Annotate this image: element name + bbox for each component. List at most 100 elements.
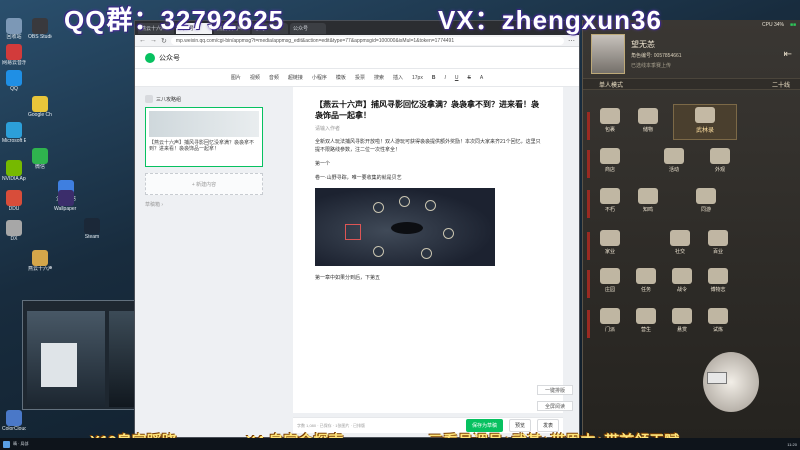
font-size-select[interactable]: 17px (410, 74, 425, 82)
mode-line[interactable]: 二十线 (772, 80, 790, 89)
app-name: 公众号 (159, 54, 180, 62)
desktop-icon[interactable]: Microsoft Edge (2, 122, 26, 144)
strike-button[interactable]: S (465, 74, 472, 82)
tile-livelihood[interactable]: 营生 (629, 306, 663, 340)
desktop-icon[interactable]: 网易云音乐 (2, 44, 26, 66)
tool-image[interactable]: 图片 (229, 73, 243, 82)
nvidia-icon (6, 160, 22, 176)
tile-zhiming[interactable]: 知鸣 (631, 186, 665, 220)
url-field[interactable]: mp.weixin.qq.com/cgi-bin/appmsg?t=media/… (170, 36, 564, 45)
browser-tab[interactable]: 公众号 (290, 22, 326, 34)
article-paragraph[interactable]: 第一个 (315, 160, 541, 168)
desktop-icon[interactable]: Steam (80, 218, 104, 240)
desktop-icon[interactable]: OBS Studio (28, 18, 52, 40)
livelihood-icon (636, 308, 656, 324)
tile-coop[interactable]: 同游 (689, 186, 723, 220)
article-title[interactable]: 【燕云十六声】捕风寻影回忆没拿满？袅袅拿不到？进来看！袅袅饰品一起拿！ (315, 99, 541, 121)
tile-storage[interactable]: 储物 (631, 106, 665, 140)
author-field[interactable]: 请输入作者 (315, 125, 541, 132)
tile-household[interactable]: 家业 (593, 228, 627, 262)
chrome-icon (32, 96, 48, 112)
desktop-icon[interactable]: 燕云十六声 (28, 250, 52, 272)
tool-insert[interactable]: 插入 (391, 73, 405, 82)
desktop-icon[interactable]: Wallpaper Engine (54, 190, 78, 212)
trial-icon (708, 308, 728, 324)
tile-battlepass[interactable]: 战令 (665, 266, 699, 300)
desktop-icon[interactable]: DX (2, 220, 26, 242)
draft-head: 三八攻略组 (145, 95, 263, 103)
article-paragraph[interactable]: 全新双人玩法捕风寻影开放啦！双人游玩可获得袅袅提供额外奖励！本次同大家来齐21个… (315, 138, 541, 154)
wulin-icon (695, 107, 715, 123)
underline-button[interactable]: U (453, 74, 461, 82)
tile-manor[interactable]: 庄园 (593, 266, 627, 300)
desktop-icon[interactable]: ColorCloud (2, 410, 26, 432)
fullscreen-read-button[interactable]: 全屏阅读 (537, 401, 573, 411)
menu-icon[interactable]: ⋯ (568, 37, 575, 45)
new-content-button[interactable]: + 新建内容 (145, 173, 263, 195)
tile-bag[interactable]: 包裹 (593, 106, 627, 140)
tile-sect[interactable]: 门派 (593, 306, 627, 340)
wechat-logo-icon (145, 52, 155, 63)
skill-ring-icon (421, 248, 432, 259)
mode-single[interactable]: 单人模式 (599, 80, 623, 89)
drafts-link[interactable]: 草稿箱 › (145, 201, 263, 208)
article-paragraph[interactable]: 第一章中如果分到后，下第五 (315, 274, 541, 282)
activity-icon (664, 148, 684, 164)
tool-audio[interactable]: 音频 (267, 73, 281, 82)
quest-icon (636, 268, 656, 284)
skill-ring-icon (373, 202, 384, 213)
auto-layout-button[interactable]: 一键排版 (537, 385, 573, 395)
desktop-icon[interactable]: NVIDIA App (2, 160, 26, 182)
wechat-id-banner: VX：zhengxun36 (438, 5, 662, 35)
player-name: 望无恙 (631, 40, 655, 49)
article-paragraph[interactable]: 卷一·山野寻踪，唯一要收集的就是贝艺 (315, 174, 541, 182)
preview-window-left[interactable] (27, 311, 105, 407)
back-icon[interactable]: ← (139, 37, 146, 44)
accent-bar (587, 232, 590, 260)
forward-icon[interactable]: → (150, 37, 157, 44)
tile-museum[interactable]: 博物志 (701, 266, 735, 300)
desktop-icon[interactable]: DDU (2, 190, 26, 212)
account-name: 三八攻略组 (156, 96, 182, 103)
tile-baiye[interactable]: 百业 (701, 228, 735, 262)
tile-social[interactable]: 社交 (663, 228, 697, 262)
browser-window: 燕云十六声 公众号 燕云十六声 学习 公众号 ← → ↻ mp.weixin.q… (134, 20, 580, 438)
tile-immortal[interactable]: 不朽 (593, 186, 627, 220)
tile-shop[interactable]: 商店 (593, 146, 627, 180)
desktop-icon[interactable]: QQ (2, 70, 26, 92)
draft-thumbnail (149, 111, 259, 137)
immortal-icon (600, 188, 620, 204)
bag-icon (600, 108, 620, 124)
draft-card[interactable]: 【燕云十六声】捕风寻影回忆没拿满？袅袅拿不到？进来看！袅袅饰品一起拿！ (145, 107, 263, 167)
tool-template[interactable]: 模板 (334, 73, 348, 82)
player-portrait[interactable] (591, 34, 625, 74)
article-editor[interactable]: 【燕云十六声】捕风寻影回忆没拿满？袅袅拿不到？进来看！袅袅饰品一起拿！ 请输入作… (293, 87, 563, 413)
tile-quest[interactable]: 任务 (629, 266, 663, 300)
bold-button[interactable]: B (430, 74, 438, 82)
tool-link[interactable]: 超链接 (286, 73, 305, 82)
player-profile: 望无恙 角色编号: 0057854661 已选线本季赛上传 ⇤ (583, 30, 800, 78)
desktop-icon[interactable]: Google Chrome (28, 96, 52, 118)
tool-video[interactable]: 视频 (248, 73, 262, 82)
tile-bounty[interactable]: 悬赏 (665, 306, 699, 340)
italic-button[interactable]: I (442, 74, 447, 82)
tile-appearance[interactable]: 外观 (703, 146, 737, 180)
desktop-icon[interactable]: 微信 (28, 148, 52, 170)
preview-dialog (41, 343, 77, 387)
tile-trial[interactable]: 试炼 (701, 306, 735, 340)
desktop-icon[interactable]: 回收站 (2, 18, 26, 40)
tool-vote[interactable]: 投票 (353, 73, 367, 82)
tile-activity[interactable]: 活动 (657, 146, 691, 180)
player-status-line: 已选线本季赛上传 (631, 63, 672, 69)
game-icon (32, 250, 48, 266)
article-screenshot-image[interactable] (315, 188, 495, 266)
refresh-icon[interactable]: ↻ (161, 37, 167, 45)
tile-wulin[interactable]: 武林录 (673, 104, 737, 140)
collapse-arrow-icon[interactable]: ⇤ (784, 49, 792, 60)
battery-icon: ■■ (789, 22, 796, 28)
tool-miniprogram[interactable]: 小程序 (310, 73, 329, 82)
tool-search[interactable]: 搜索 (372, 73, 386, 82)
text-color-button[interactable]: A (478, 74, 485, 82)
start-icon[interactable] (3, 440, 10, 448)
steam-icon (84, 218, 100, 234)
